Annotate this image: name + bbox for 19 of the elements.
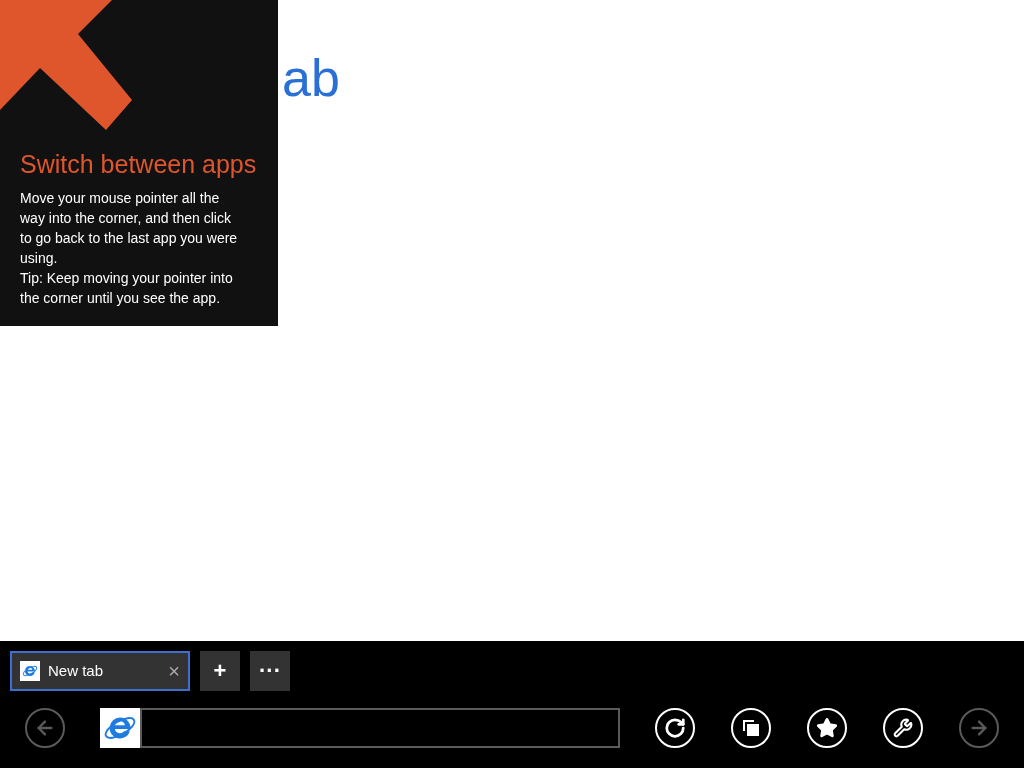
star-icon	[816, 717, 838, 739]
tip-title: Switch between apps	[20, 149, 258, 180]
tools-button[interactable]	[883, 708, 923, 748]
more-button[interactable]: ···	[250, 651, 290, 691]
tip-text: Move your mouse pointer all the way into the corner, and then click to go back to the last app you were using.	[20, 189, 239, 268]
arrow-icon	[0, 0, 132, 132]
refresh-icon	[664, 717, 686, 739]
tip-text: Tip: Keep moving your pointer into the corner until you see the app.	[20, 269, 234, 308]
tab-title: New tab	[48, 660, 105, 681]
page-heading: ab	[282, 49, 340, 107]
address-field[interactable]	[140, 708, 620, 748]
new-tab-button[interactable]: +	[200, 651, 240, 691]
close-tab-button[interactable]: ×	[168, 661, 180, 681]
refresh-button[interactable]	[655, 708, 695, 748]
wrench-icon	[893, 718, 913, 738]
browser-tab[interactable]: New tab ×	[10, 651, 190, 691]
stacked-squares-icon	[742, 719, 760, 737]
favorites-button[interactable]	[807, 708, 847, 748]
tabs-button[interactable]	[731, 708, 771, 748]
